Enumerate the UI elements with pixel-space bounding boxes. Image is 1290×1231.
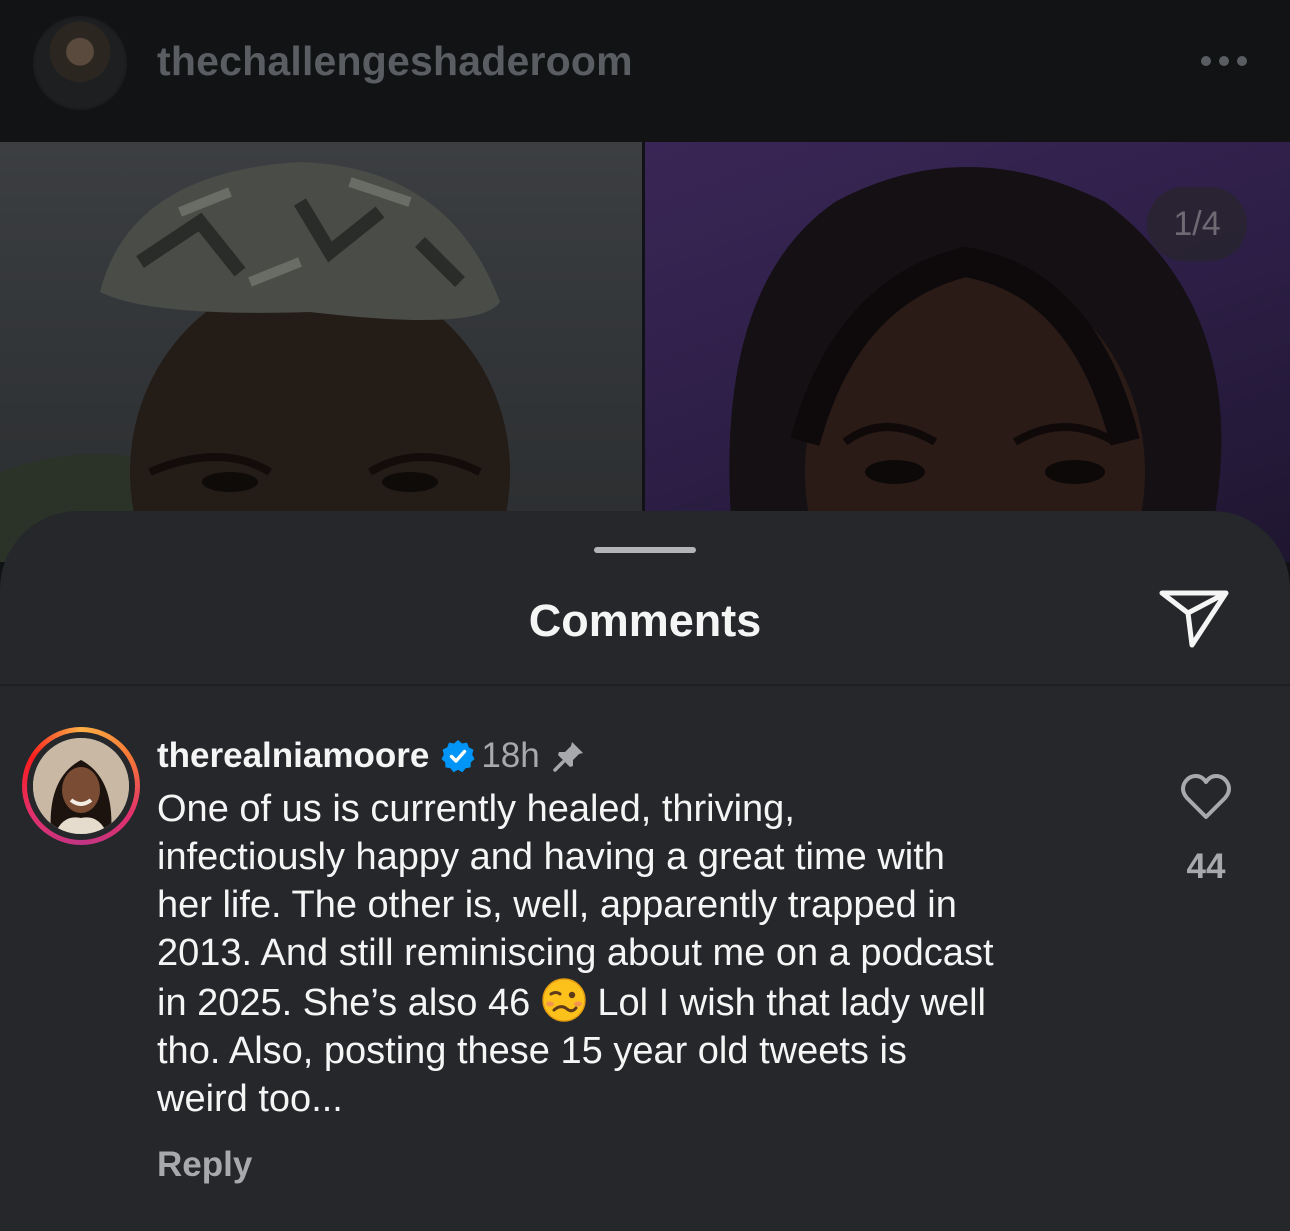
sheet-divider (0, 684, 1290, 686)
post-photo-left[interactable] (0, 142, 642, 562)
like-heart-icon[interactable] (1180, 773, 1232, 821)
comment-text: One of us is currently healed, thriving,… (157, 785, 1137, 1123)
comment-timestamp: 18h (481, 736, 540, 775)
post-header: thechallengeshaderoom (0, 0, 1290, 142)
more-options-icon[interactable] (1198, 48, 1250, 74)
comments-title: Comments (528, 595, 762, 646)
comment-header: therealniamoore 18h (157, 733, 586, 779)
verified-badge-icon (441, 740, 475, 773)
woozy-face-emoji-icon (542, 978, 586, 1022)
send-icon[interactable] (1158, 587, 1230, 651)
pin-icon (552, 742, 583, 772)
photo-left-illustration (0, 162, 510, 562)
post-photo-right[interactable]: 1/4 (645, 142, 1290, 562)
reply-button[interactable]: Reply (157, 1145, 252, 1185)
commenter-avatar (33, 738, 129, 834)
comments-sheet: Comments therealniamoore 18h One of us i… (0, 511, 1290, 1231)
like-count[interactable]: 44 (1166, 847, 1246, 887)
commenter-username[interactable]: therealniamoore (157, 736, 429, 776)
account-username[interactable]: thechallengeshaderoom (157, 38, 633, 85)
commenter-avatar-story-ring[interactable] (22, 727, 140, 845)
account-avatar[interactable] (33, 16, 127, 110)
photo-counter: 1/4 (1147, 187, 1247, 261)
sheet-grabber[interactable] (594, 547, 696, 553)
